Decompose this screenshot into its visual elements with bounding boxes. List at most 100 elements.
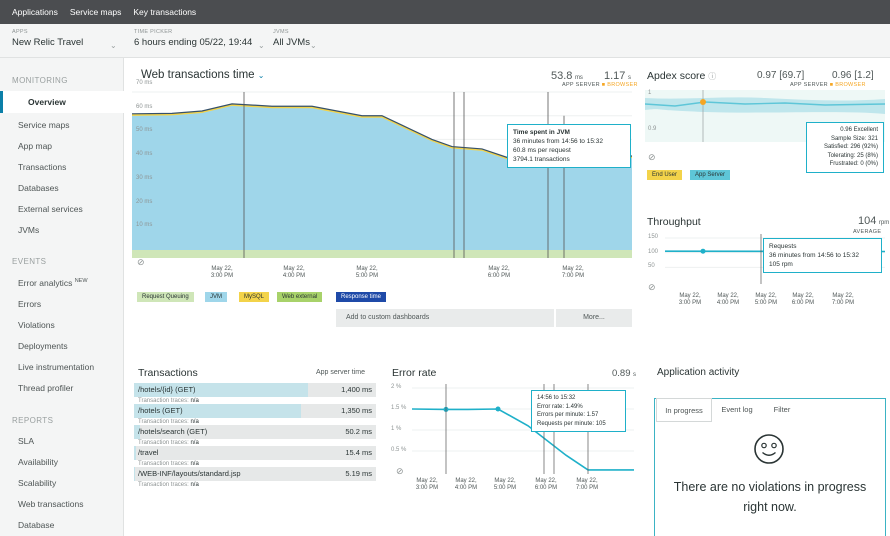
throughput-title: Throughput bbox=[647, 216, 701, 228]
table-row[interactable]: /hotels/{id} (GET) 1,400 ms bbox=[134, 383, 376, 397]
legend-mysql[interactable]: MySQL bbox=[239, 292, 270, 302]
web-tx-x-tick: May 22, 7:00 PM bbox=[561, 266, 585, 279]
tooltip-line: Errors per minute: 1.57 bbox=[537, 412, 599, 418]
throughput-y-tick: 100 bbox=[648, 248, 659, 255]
zoom-reset-icon[interactable]: ⊘ bbox=[396, 466, 404, 477]
sidebar-section-monitoring: MONITORING bbox=[12, 76, 68, 85]
tooltip-line: 36 minutes from 14:56 to 15:32 bbox=[769, 252, 859, 259]
row-value-bar bbox=[134, 446, 136, 460]
table-row[interactable]: /hotels (GET) 1,350 ms bbox=[134, 404, 376, 418]
legend-response-time[interactable]: Response time bbox=[336, 292, 387, 302]
throughput-value: 104 bbox=[858, 215, 877, 227]
tooltip-line: 0.96 Excellent bbox=[840, 127, 878, 133]
throughput-x-tick: May 22, 5:00 PM bbox=[754, 293, 778, 306]
sidebar-item-violations[interactable]: Violations bbox=[18, 320, 55, 330]
error-rate-x-tick: May 22, 3:00 PM bbox=[415, 478, 439, 491]
sidebar-item-availability[interactable]: Availability bbox=[18, 457, 58, 467]
throughput-unit: rpm bbox=[878, 220, 890, 226]
error-rate-value: 0.89 bbox=[612, 368, 631, 379]
add-to-dashboards-button[interactable]: Add to custom dashboards bbox=[336, 309, 554, 327]
empty-state-message: There are no violations in progress righ… bbox=[654, 477, 886, 517]
picker-bar: APPS New Relic Travel ⌄ TIME PICKER 6 ho… bbox=[0, 24, 890, 58]
tooltip-line: Requests bbox=[769, 243, 797, 250]
jvms-picker-value: All JVMs bbox=[273, 37, 310, 48]
zoom-reset-icon[interactable]: ⊘ bbox=[648, 152, 656, 163]
table-row[interactable]: /WEB-INF/layouts/standard.jsp 5.19 ms bbox=[134, 467, 376, 481]
tooltip-line: 3794.1 transactions bbox=[513, 156, 570, 163]
help-icon[interactable]: ⓘ bbox=[708, 72, 716, 81]
web-tx-y-tick: 30 ms bbox=[136, 174, 153, 181]
sidebar-item-sla[interactable]: SLA bbox=[18, 436, 34, 446]
sidebar-item-databases[interactable]: Databases bbox=[18, 183, 59, 193]
sidebar-item-service-maps[interactable]: Service maps bbox=[18, 120, 70, 130]
web-tx-title[interactable]: Web transactions time ⌄ bbox=[141, 69, 264, 81]
nav-applications[interactable]: Applications bbox=[12, 7, 58, 17]
transaction-time: 1,400 ms bbox=[341, 385, 372, 394]
web-tx-x-tick: May 22, 5:00 PM bbox=[355, 266, 379, 279]
error-rate-tooltip: 14:56 to 15:32 Error rate: 1.49% Errors … bbox=[531, 390, 626, 432]
transaction-name: /hotels/{id} (GET) bbox=[138, 385, 196, 394]
sidebar-item-external-services[interactable]: External services bbox=[18, 204, 83, 214]
traces-label: Transaction traces: bbox=[138, 482, 191, 488]
table-row[interactable]: /hotels/search (GET) 50.2 ms bbox=[134, 425, 376, 439]
tooltip-line: Tolerating: 25 (8%) bbox=[827, 152, 878, 159]
sidebar-item-app-map[interactable]: App map bbox=[18, 141, 52, 151]
throughput-x-tick: May 22, 4:00 PM bbox=[716, 293, 740, 306]
sidebar-item-transactions[interactable]: Transactions bbox=[18, 162, 66, 172]
web-tx-chart[interactable] bbox=[132, 88, 632, 286]
request-queuing-area bbox=[132, 250, 632, 258]
web-tx-y-tick: 50 ms bbox=[136, 127, 153, 134]
sidebar-item-jvms[interactable]: JVMs bbox=[18, 225, 39, 235]
legend-web-external[interactable]: Web external bbox=[277, 292, 323, 302]
smiley-icon bbox=[754, 434, 784, 464]
sidebar-item-error-analytics[interactable]: Error analytics NEW bbox=[18, 278, 88, 288]
tooltip-line: Satisfied: 296 (92%) bbox=[823, 144, 878, 150]
apps-picker-value: New Relic Travel bbox=[12, 37, 84, 48]
apdex-browser-label: BROWSER bbox=[835, 82, 866, 88]
traces-value: n/a bbox=[190, 482, 199, 488]
sidebar-item-thread-profiler[interactable]: Thread profiler bbox=[18, 383, 73, 393]
web-tx-x-tick: May 22, 4:00 PM bbox=[282, 266, 306, 279]
sidebar-item-errors[interactable]: Errors bbox=[18, 299, 41, 309]
tab-event-log[interactable]: Event log bbox=[712, 398, 762, 422]
browser-unit: s bbox=[627, 75, 631, 81]
sidebar-item-deployments[interactable]: Deployments bbox=[18, 341, 68, 351]
sidebar-item-database[interactable]: Database bbox=[18, 520, 54, 530]
web-tx-y-tick: 60 ms bbox=[136, 103, 153, 110]
sidebar-item-live-instrumentation[interactable]: Live instrumentation bbox=[18, 362, 94, 372]
zoom-reset-icon[interactable]: ⊘ bbox=[648, 282, 656, 293]
error-rate-metric: 0.89 s bbox=[612, 368, 636, 379]
chevron-down-icon: ⌄ bbox=[258, 41, 265, 50]
time-picker[interactable]: TIME PICKER 6 hours ending 05/22, 19:44 … bbox=[134, 29, 274, 50]
sidebar-item-scalability[interactable]: Scalability bbox=[18, 478, 56, 488]
tooltip-line: 105 rpm bbox=[769, 261, 793, 268]
nav-service-maps[interactable]: Service maps bbox=[70, 7, 122, 17]
tab-in-progress[interactable]: In progress bbox=[656, 398, 712, 422]
nav-key-transactions[interactable]: Key transactions bbox=[133, 7, 196, 17]
legend-request-queuing[interactable]: Request Queuing bbox=[137, 292, 194, 302]
tab-filter[interactable]: Filter bbox=[764, 398, 800, 422]
apps-picker[interactable]: APPS New Relic Travel ⌄ bbox=[12, 29, 122, 50]
sidebar-item-overview[interactable]: Overview bbox=[0, 91, 124, 113]
more-button[interactable]: More... bbox=[556, 309, 632, 327]
apdex-app-label: APP SERVER bbox=[790, 82, 828, 88]
legend-app-server[interactable]: App Server bbox=[690, 170, 731, 180]
throughput-metric: 104 rpm bbox=[858, 215, 889, 227]
legend-end-user[interactable]: End User bbox=[647, 170, 683, 180]
legend-jvm[interactable]: JVM bbox=[205, 292, 227, 302]
table-row[interactable]: /travel 15.4 ms bbox=[134, 446, 376, 460]
transaction-name: /hotels/search (GET) bbox=[138, 427, 208, 436]
throughput-point bbox=[700, 248, 706, 254]
empty-state-line: There are no violations in progress bbox=[673, 480, 867, 494]
throughput-y-tick: 150 bbox=[648, 234, 659, 240]
jvms-picker[interactable]: JVMS All JVMs ⌄ bbox=[273, 29, 333, 50]
zoom-reset-icon[interactable]: ⊘ bbox=[137, 257, 145, 268]
web-tx-tooltip: Time spent in JVM 36 minutes from 14:56 … bbox=[507, 124, 631, 168]
web-tx-y-tick: 40 ms bbox=[136, 151, 153, 158]
tooltip-line: 60.8 ms per request bbox=[513, 147, 571, 154]
web-tx-x-tick: May 22, 3:00 PM bbox=[210, 266, 234, 279]
web-tx-browser-metric: 1.17 s bbox=[604, 70, 631, 82]
sidebar-item-web-transactions[interactable]: Web transactions bbox=[18, 499, 84, 509]
tooltip-title: Time spent in JVM bbox=[513, 129, 570, 136]
apps-picker-label: APPS bbox=[12, 29, 28, 35]
